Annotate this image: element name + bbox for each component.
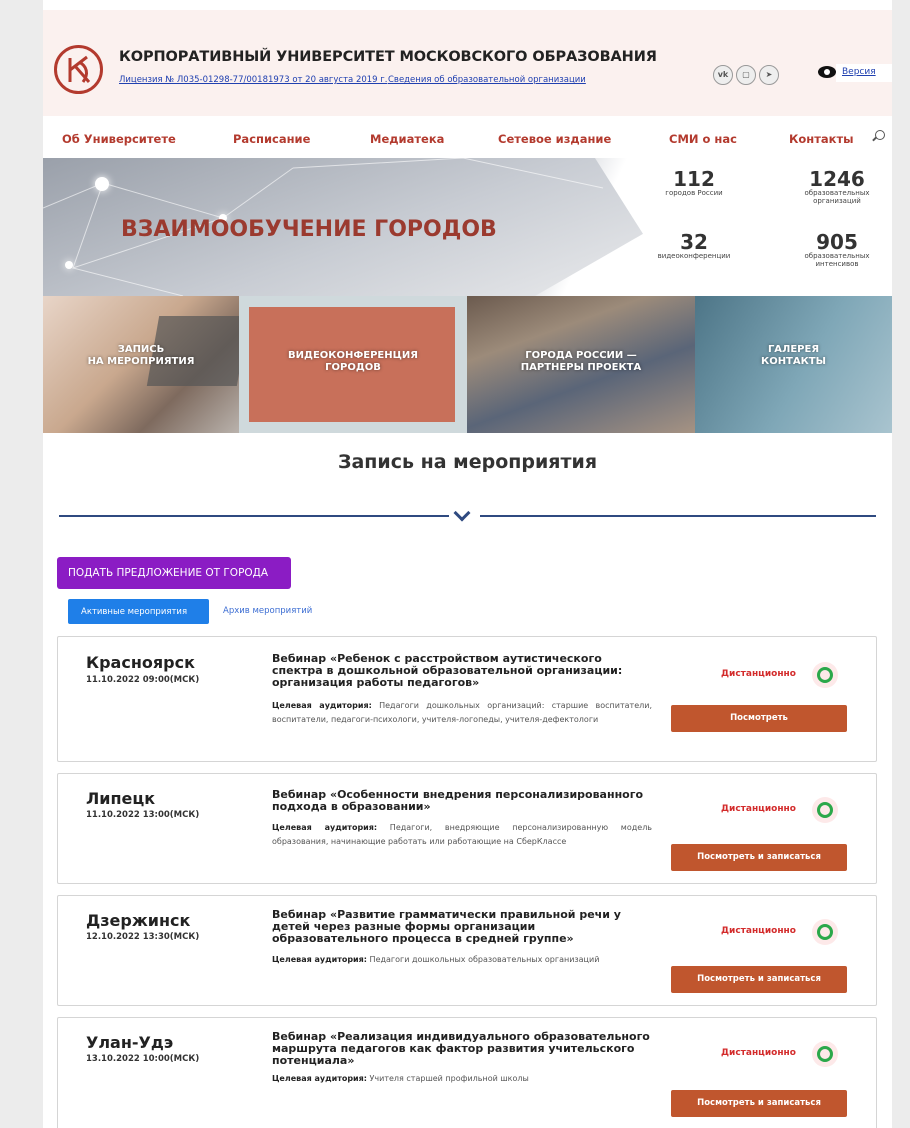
audience-label: Целевая аудитория: <box>272 701 372 710</box>
section-title: Запись на мероприятия <box>337 451 598 473</box>
event-title: Вебинар «Ребенок с расстройством аутисти… <box>272 652 623 689</box>
stat-cities: 112 городов России <box>665 167 723 197</box>
org-info-link[interactable]: Сведения об образовательной организации <box>388 75 586 85</box>
telegram-icon[interactable]: ➤ <box>759 65 779 85</box>
nav-item-about[interactable]: Об Университете <box>62 132 176 146</box>
stat-organizations: 1246 образовательных организаций <box>804 167 870 205</box>
event-card: Липецк 11.10.2022 13:00(МСК) Вебинар «Ос… <box>57 773 877 884</box>
eye-icon[interactable] <box>818 66 836 78</box>
tile-partner-cities[interactable]: ГОРОДА РОССИИ — ПАРТНЕРЫ ПРОЕКТА <box>467 296 695 433</box>
event-date: 11.10.2022 09:00(МСК) <box>86 675 200 685</box>
event-city: Липецк <box>86 789 156 808</box>
event-date: 11.10.2022 13:00(МСК) <box>86 810 200 820</box>
event-format: Дистанционно <box>721 804 796 814</box>
vk-icon[interactable]: vk <box>713 65 733 85</box>
divider <box>480 515 876 517</box>
event-card: Улан-Удэ 13.10.2022 10:00(МСК) Вебинар «… <box>57 1017 877 1128</box>
audience-text: Педагоги дошкольных образовательных орга… <box>369 955 600 964</box>
event-format: Дистанционно <box>721 926 796 936</box>
site-header: КОРПОРАТИВНЫЙ УНИВЕРСИТЕТ МОСКОВСКОГО ОБ… <box>43 10 892 116</box>
tile-label: КОНТАКТЫ <box>761 356 826 367</box>
main-nav: Об Университете Расписание Медиатека Сет… <box>43 118 892 158</box>
chevron-down-icon[interactable] <box>453 504 471 522</box>
event-audience: Целевая аудитория: Учителя старшей профи… <box>272 1072 652 1086</box>
audience-label: Целевая аудитория: <box>272 955 367 964</box>
license-link[interactable]: Лицензия № Л035-01298-77/00181973 от 20 … <box>119 75 387 85</box>
view-and-register-button[interactable]: Посмотреть и записаться <box>671 1090 847 1117</box>
status-indicator-icon <box>812 1041 838 1067</box>
event-date: 12.10.2022 13:30(МСК) <box>86 932 200 942</box>
event-format: Дистанционно <box>721 1048 796 1058</box>
divider <box>59 515 449 517</box>
event-city: Улан-Удэ <box>86 1033 174 1052</box>
nav-item-media[interactable]: Медиатека <box>370 132 444 146</box>
event-title: Вебинар «Развитие грамматически правильн… <box>272 908 621 945</box>
nav-item-network-edition[interactable]: Сетевое издание <box>498 132 611 146</box>
tile-gallery-contacts[interactable]: ГАЛЕРЕЯ КОНТАКТЫ <box>695 296 892 433</box>
status-indicator-icon <box>812 797 838 823</box>
tile-label: ПАРТНЕРЫ ПРОЕКТА <box>520 362 642 373</box>
tile-label: ГАЛЕРЕЯ <box>767 344 820 355</box>
status-indicator-icon <box>812 662 838 688</box>
hero-banner: ВЗАИМООБУЧЕНИЕ ГОРОДОВ 112 городов России… <box>43 158 892 296</box>
status-indicator-icon <box>812 919 838 945</box>
tile-label: НА МЕРОПРИЯТИЯ <box>87 356 195 367</box>
network-node <box>95 177 109 191</box>
tile-event-registration[interactable]: ЗАПИСЬ НА МЕРОПРИЯТИЯ <box>43 296 239 433</box>
org-title: КОРПОРАТИВНЫЙ УНИВЕРСИТЕТ МОСКОВСКОГО ОБ… <box>119 49 657 65</box>
page: КОРПОРАТИВНЫЙ УНИВЕРСИТЕТ МОСКОВСКОГО ОБ… <box>43 0 892 1128</box>
tab-archive-events[interactable]: Архив мероприятий <box>223 606 312 616</box>
search-icon[interactable] <box>875 130 885 140</box>
audience-label: Целевая аудитория: <box>272 823 378 832</box>
hero-title: ВЗАИМООБУЧЕНИЕ ГОРОДОВ <box>121 217 497 242</box>
event-format: Дистанционно <box>721 669 796 679</box>
tile-label: ЗАПИСЬ <box>117 344 165 355</box>
event-audience: Целевая аудитория: Педагоги дошкольных о… <box>272 699 652 727</box>
stat-intensives: 905 образовательных интенсивов <box>804 230 870 268</box>
network-node <box>65 261 73 269</box>
feature-tiles: ЗАПИСЬ НА МЕРОПРИЯТИЯ ВИДЕОКОНФЕРЕНЦИЯ ГОР… <box>43 296 892 433</box>
propose-event-button[interactable]: ПОДАТЬ ПРЕДЛОЖЕНИЕ ОТ ГОРОДА <box>57 557 291 589</box>
event-audience: Целевая аудитория: Педагоги дошкольных о… <box>272 953 652 967</box>
event-title: Вебинар «Особенности внедрения персонали… <box>272 788 644 813</box>
tile-label: ГОРОДА РОССИИ — <box>525 350 637 361</box>
event-audience: Целевая аудитория: Педагоги, внедряющие … <box>272 821 652 849</box>
event-card: Дзержинск 12.10.2022 13:30(МСК) Вебинар … <box>57 895 877 1006</box>
event-card: Красноярск 11.10.2022 09:00(МСК) Вебинар… <box>57 636 877 762</box>
event-title: Вебинар «Реализация индивидуального обра… <box>272 1030 650 1067</box>
event-city: Красноярск <box>86 653 195 672</box>
nav-item-press[interactable]: СМИ о нас <box>669 132 737 146</box>
audience-label: Целевая аудитория: <box>272 1074 367 1083</box>
tab-active-events[interactable]: Активные мероприятия <box>68 599 209 624</box>
view-button[interactable]: Посмотреть <box>671 705 847 732</box>
view-and-register-button[interactable]: Посмотреть и записаться <box>671 844 847 871</box>
nav-item-contacts[interactable]: Контакты <box>789 132 854 146</box>
tile-label: ГОРОДОВ <box>325 362 381 373</box>
accessibility-version-link[interactable]: Версия <box>836 64 892 82</box>
nav-item-schedule[interactable]: Расписание <box>233 132 310 146</box>
audience-text: Учителя старшей профильной школы <box>369 1074 529 1083</box>
event-date: 13.10.2022 10:00(МСК) <box>86 1054 200 1064</box>
tile-label: ВИДЕОКОНФЕРЕНЦИЯ <box>288 350 418 361</box>
stat-videoconferences: 32 видеоконференции <box>657 230 731 260</box>
window-icon[interactable]: ▢ <box>736 65 756 85</box>
event-city: Дзержинск <box>86 911 191 930</box>
university-logo[interactable] <box>54 45 103 94</box>
tile-videoconference[interactable]: ВИДЕОКОНФЕРЕНЦИЯ ГОРОДОВ <box>239 296 467 433</box>
view-and-register-button[interactable]: Посмотреть и записаться <box>671 966 847 993</box>
